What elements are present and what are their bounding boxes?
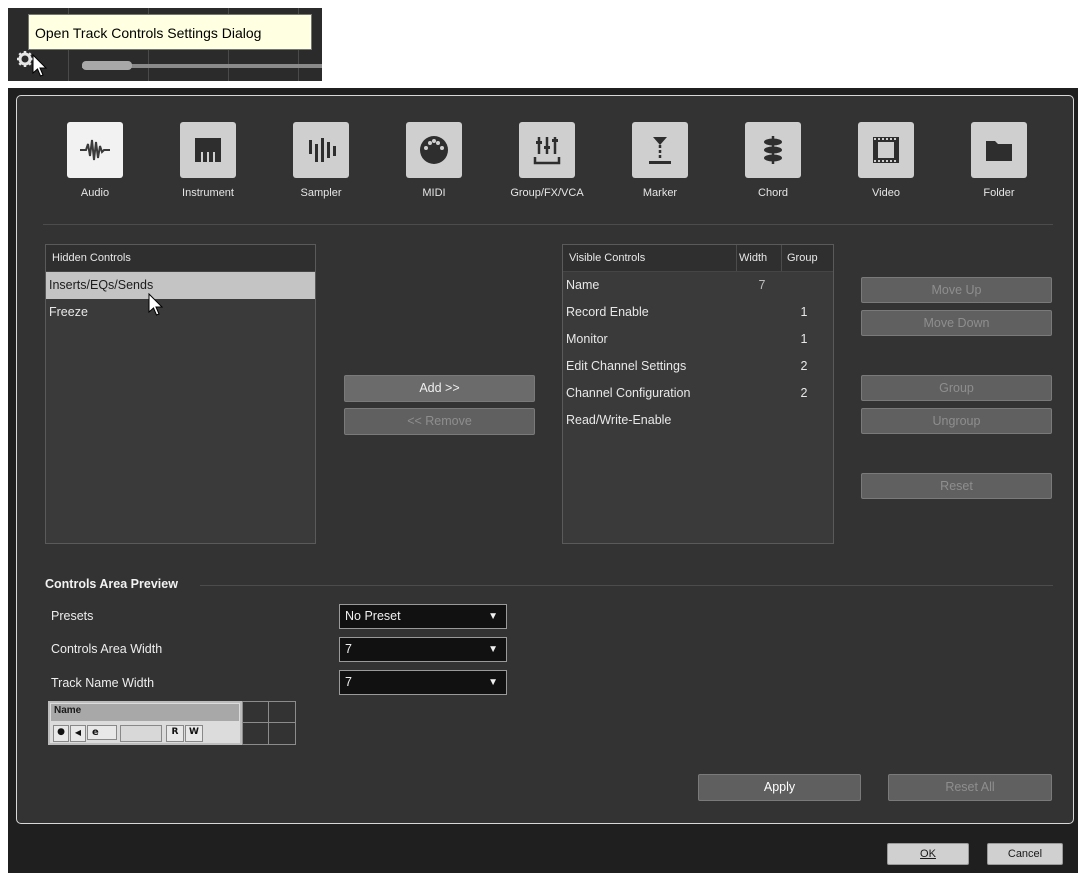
remove-button[interactable]: << Remove	[344, 408, 535, 435]
cell-name: Name	[566, 278, 600, 292]
add-button[interactable]: Add >>	[344, 375, 535, 402]
cell-group: 1	[800, 332, 808, 346]
mouse-cursor-icon	[148, 292, 164, 320]
ungroup-button[interactable]: Ungroup	[861, 408, 1052, 434]
cell-name: Channel Configuration	[566, 386, 691, 400]
table-row[interactable]: Edit Channel Settings 2	[563, 353, 833, 380]
list-item[interactable]: Inserts/EQs/Sends	[46, 272, 315, 299]
speaker-icon: ◀	[70, 725, 86, 742]
table-row[interactable]: Monitor 1	[563, 326, 833, 353]
controls-area-width-label: Controls Area Width	[51, 642, 163, 656]
track-type-label: Audio	[80, 187, 110, 199]
group-button[interactable]: Group	[861, 375, 1052, 401]
track-type-label: Chord	[758, 187, 788, 199]
tooltip: Open Track Controls Settings Dialog	[28, 14, 312, 50]
preview-grid-cell	[268, 722, 296, 745]
controls-area-preview: Name ● ◀ e R W	[48, 701, 296, 745]
mixer-faders-icon	[519, 122, 575, 178]
edit-icon: e	[87, 725, 117, 740]
track-type-group-fx-vca[interactable]: Group/FX/VCA	[497, 122, 597, 199]
track-type-label: Instrument	[182, 187, 234, 199]
reset-all-button[interactable]: Reset All	[888, 774, 1052, 801]
audio-waveform-icon	[67, 122, 123, 178]
controls-area-width-value: 7	[345, 642, 352, 656]
cell-name: Record Enable	[566, 305, 649, 319]
preview-grid-cell	[242, 722, 269, 745]
preview-grid-cell	[242, 701, 269, 723]
track-type-label: Sampler	[300, 187, 342, 199]
presets-label: Presets	[51, 609, 94, 623]
reset-button[interactable]: Reset	[861, 473, 1052, 499]
move-down-button[interactable]: Move Down	[861, 310, 1052, 336]
track-type-sampler[interactable]: Sampler	[271, 122, 371, 199]
track-type-audio[interactable]: Audio	[45, 122, 145, 199]
column-header-group[interactable]: Group	[787, 245, 818, 271]
record-icon: ●	[53, 725, 69, 742]
visible-controls-list[interactable]: Visible Controls Width Group Name 7 Recor…	[562, 244, 834, 544]
section-title: Controls Area Preview	[45, 577, 178, 591]
table-row[interactable]: Name 7	[563, 272, 833, 299]
cell-group: 2	[800, 359, 808, 373]
cell-name: Monitor	[566, 332, 608, 346]
track-type-instrument[interactable]: Instrument	[158, 122, 258, 199]
folder-icon	[971, 122, 1027, 178]
cell-width: 7	[758, 278, 766, 292]
cancel-button[interactable]: Cancel	[987, 843, 1063, 865]
dropdown-arrow-icon: ▼	[488, 611, 498, 622]
track-type-label: Group/FX/VCA	[510, 187, 584, 199]
mouse-cursor-icon	[32, 53, 48, 81]
track-name-width-value: 7	[345, 675, 352, 689]
track-slider-thumb[interactable]	[82, 61, 132, 70]
track-type-chord[interactable]: Chord	[723, 122, 823, 199]
marker-icon	[632, 122, 688, 178]
cell-name: Edit Channel Settings	[566, 359, 687, 373]
track-type-label: MIDI	[422, 187, 446, 199]
list-item[interactable]: Freeze	[46, 299, 315, 326]
column-header-width[interactable]: Width	[739, 245, 767, 271]
apply-button[interactable]: Apply	[698, 774, 861, 801]
preview-track-name: Name	[54, 705, 82, 716]
dropdown-arrow-icon: ▼	[488, 677, 498, 688]
sampler-icon	[293, 122, 349, 178]
track-type-midi[interactable]: MIDI	[384, 122, 484, 199]
hidden-controls-header: Hidden Controls	[46, 245, 315, 272]
presets-dropdown[interactable]: No Preset ▼	[339, 604, 507, 629]
chord-icon	[745, 122, 801, 178]
cell-group: 2	[800, 386, 808, 400]
write-icon: W	[185, 725, 203, 742]
cell-name: Read/Write-Enable	[566, 413, 672, 427]
preview-name-field: Name	[51, 704, 239, 721]
table-row[interactable]: Read/Write-Enable	[563, 407, 833, 434]
dropdown-arrow-icon: ▼	[488, 644, 498, 655]
table-row[interactable]: Record Enable 1	[563, 299, 833, 326]
read-icon: R	[166, 725, 184, 742]
preview-grid-cell	[268, 701, 296, 723]
track-name-width-dropdown[interactable]: 7 ▼	[339, 670, 507, 695]
hidden-controls-list[interactable]: Hidden Controls Inserts/EQs/Sends Freeze	[45, 244, 316, 544]
track-type-video[interactable]: Video	[836, 122, 936, 199]
move-up-button[interactable]: Move Up	[861, 277, 1052, 303]
ok-button[interactable]: OK	[887, 843, 969, 865]
divider	[200, 585, 1053, 586]
column-header-name[interactable]: Visible Controls	[569, 252, 645, 264]
table-row[interactable]: Channel Configuration 2	[563, 380, 833, 407]
channel-config-slot	[120, 725, 162, 742]
track-type-label: Folder	[983, 187, 1015, 199]
track-type-marker[interactable]: Marker	[610, 122, 710, 199]
divider	[43, 224, 1053, 225]
midi-connector-icon	[406, 122, 462, 178]
cell-group: 1	[800, 305, 808, 319]
visible-controls-header: Visible Controls Width Group	[563, 245, 833, 272]
controls-area-width-dropdown[interactable]: 7 ▼	[339, 637, 507, 662]
track-type-label: Video	[872, 187, 900, 199]
piano-keys-icon	[180, 122, 236, 178]
presets-value: No Preset	[345, 609, 401, 623]
track-name-width-label: Track Name Width	[51, 676, 155, 690]
film-strip-icon	[858, 122, 914, 178]
track-type-label: Marker	[642, 187, 678, 199]
track-type-folder[interactable]: Folder	[949, 122, 1049, 199]
